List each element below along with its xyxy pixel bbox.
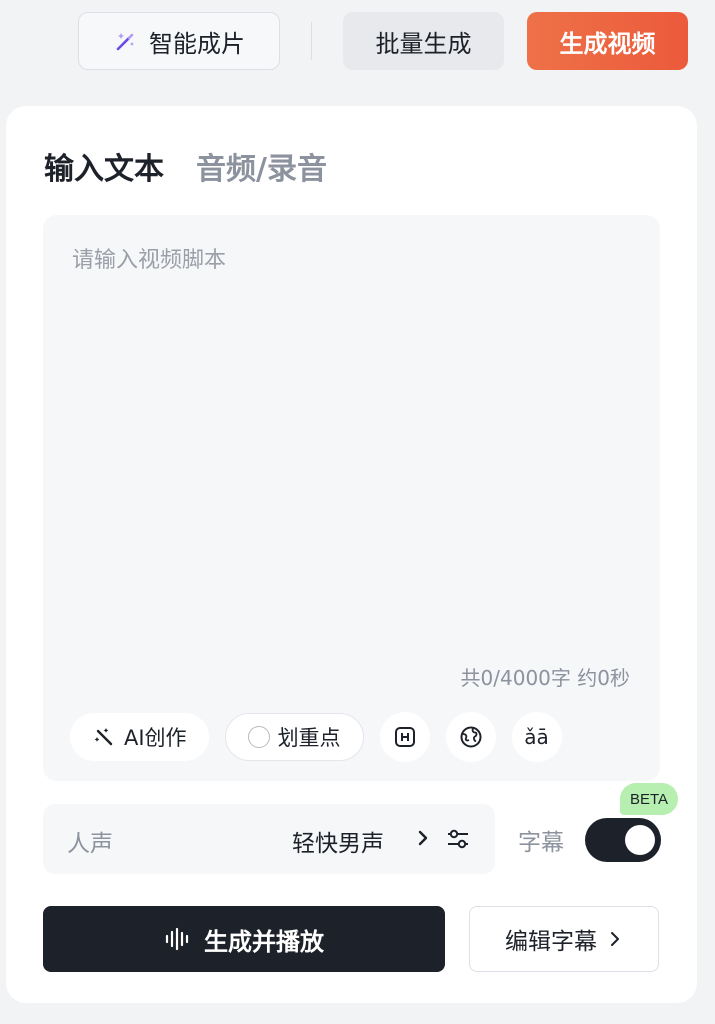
batch-generate-button[interactable]: 批量生成 xyxy=(343,12,504,70)
beta-badge: BETA xyxy=(620,783,679,815)
globe-icon xyxy=(460,726,482,748)
subtitle-label: 字幕 xyxy=(518,830,564,856)
voice-selector[interactable]: 人声 轻快男声 xyxy=(43,804,495,874)
language-button[interactable] xyxy=(445,712,496,762)
magic-wand-icon xyxy=(116,33,134,51)
generate-play-button[interactable]: 生成并播放 xyxy=(43,906,445,972)
bracket-h-icon xyxy=(394,727,415,747)
editor-tools: AI创作 划重点 ǎā xyxy=(70,712,562,762)
tab-text-input[interactable]: 输入文本 xyxy=(44,144,164,188)
waveform-icon xyxy=(165,927,189,951)
highlight-button[interactable]: 划重点 xyxy=(224,713,364,761)
toolbar-divider xyxy=(311,22,312,60)
script-editor[interactable]: 请输入视频脚本 共0/4000字 约0秒 AI创作 划重点 ǎā xyxy=(43,215,660,781)
script-placeholder: 请输入视频脚本 xyxy=(72,248,227,273)
magic-wand-icon xyxy=(94,728,113,746)
voice-label: 人声 xyxy=(67,831,113,857)
word-counter: 共0/4000字 约0秒 xyxy=(460,666,630,690)
ai-create-label: AI创作 xyxy=(124,726,187,750)
chevron-right-icon xyxy=(611,932,619,946)
top-toolbar: 智能成片 批量生成 生成视频 xyxy=(0,0,715,84)
pinyin-button[interactable]: ǎā xyxy=(511,712,562,762)
generate-video-button[interactable]: 生成视频 xyxy=(527,12,688,70)
chevron-right-icon xyxy=(418,830,428,846)
smart-edit-label: 智能成片 xyxy=(149,29,245,58)
sliders-icon[interactable] xyxy=(445,826,471,852)
input-tabs: 输入文本 音频/录音 xyxy=(44,144,327,188)
edit-subtitles-label: 编辑字幕 xyxy=(505,929,597,955)
highlight-label: 划重点 xyxy=(277,726,341,750)
ai-create-button[interactable]: AI创作 xyxy=(70,713,209,761)
generate-play-label: 生成并播放 xyxy=(204,927,324,956)
voice-value: 轻快男声 xyxy=(292,831,384,857)
smart-edit-button[interactable]: 智能成片 xyxy=(78,12,280,70)
pause-insert-button[interactable] xyxy=(379,712,430,762)
toggle-knob xyxy=(625,825,655,855)
subtitle-toggle[interactable] xyxy=(585,818,661,862)
tab-audio-record[interactable]: 音频/录音 xyxy=(196,144,327,188)
script-panel: 输入文本 音频/录音 请输入视频脚本 共0/4000字 约0秒 AI创作 划重点 xyxy=(6,106,697,1003)
edit-subtitles-button[interactable]: 编辑字幕 xyxy=(469,906,659,972)
circle-icon xyxy=(247,726,270,748)
